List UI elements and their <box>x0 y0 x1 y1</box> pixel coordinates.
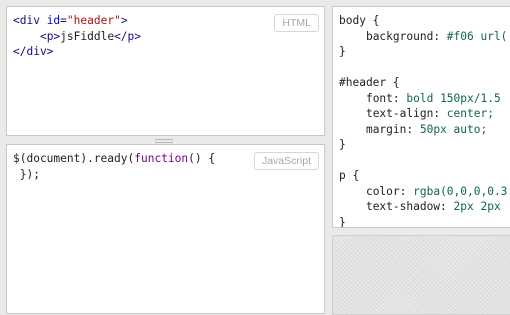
code-token: color <box>365 184 400 198</box>
code-line: margin: 50px auto; <box>339 122 507 138</box>
code-token: $(document).ready( <box>13 152 135 165</box>
code-token: } <box>339 45 346 58</box>
code-line: } <box>339 137 507 153</box>
code-token: body { <box>339 14 380 27</box>
code-token: font <box>365 91 393 105</box>
code-token: : <box>440 200 454 213</box>
html-code[interactable]: <div id="header"> <p>jsFiddle</p> </div> <box>13 13 141 60</box>
code-token: <div <box>13 14 47 27</box>
code-token: 50px auto; <box>419 122 488 136</box>
code-line: text-align: center; <box>339 106 507 122</box>
code-token: margin <box>365 122 407 136</box>
css-editor-panel[interactable]: body { background: #f06 url(} #header { f… <box>332 6 510 228</box>
code-token: p { <box>339 169 360 182</box>
code-token: "header" <box>66 14 121 27</box>
javascript-editor-panel[interactable]: $(document).ready(function() { }); JavaS… <box>6 144 325 314</box>
code-token: function <box>134 152 189 165</box>
html-label-badge: HTML <box>274 14 319 32</box>
code-token: : <box>406 122 420 136</box>
code-token: text-align <box>365 107 434 120</box>
code-token: : <box>433 107 447 120</box>
code-token: 2px 2px <box>453 200 501 213</box>
code-token: = <box>60 14 67 27</box>
code-line: color: rgba(0,0,0,0.3 <box>339 184 507 200</box>
code-token: : <box>433 29 447 43</box>
code-line: <p>jsFiddle</p> <box>13 29 141 45</box>
code-token: </p> <box>114 29 142 43</box>
code-line: p { <box>339 168 507 184</box>
javascript-label-badge: JavaScript <box>253 152 319 170</box>
code-token: : <box>392 91 407 105</box>
code-token: background <box>365 29 434 43</box>
code-token: bold 150px/1.5 <box>406 91 501 105</box>
code-line: background: #f06 url( <box>339 29 507 45</box>
code-line: font: bold 150px/1.5 <box>339 91 507 107</box>
code-token: () { <box>188 152 216 165</box>
code-line: #header { <box>339 75 507 91</box>
code-token: #header { <box>339 76 400 89</box>
code-token: rgba(0,0,0,0.3 <box>413 184 508 198</box>
code-line: }); <box>13 167 215 183</box>
code-token: > <box>120 14 128 27</box>
panel-resize-handle[interactable] <box>155 139 173 143</box>
code-line: body { <box>339 13 507 29</box>
code-token: }); <box>13 167 40 181</box>
result-panel[interactable] <box>332 235 510 315</box>
code-line: } <box>339 44 507 60</box>
html-editor-panel[interactable]: <div id="header"> <p>jsFiddle</p> </div> … <box>6 6 325 136</box>
code-token: center; <box>446 107 494 120</box>
code-token: id <box>46 14 61 27</box>
code-line: <div id="header"> <box>13 13 141 29</box>
code-token: } <box>339 138 346 151</box>
code-line: } <box>339 215 507 228</box>
code-line: $(document).ready(function() { <box>13 151 215 167</box>
javascript-code[interactable]: $(document).ready(function() { }); <box>13 151 215 182</box>
code-token: #f06 url( <box>446 29 508 43</box>
code-line: </div> <box>13 44 141 60</box>
code-token: : <box>399 184 414 198</box>
code-token: </div> <box>13 45 54 58</box>
code-token: text-shadow <box>365 200 441 213</box>
code-line: text-shadow: 2px 2px <box>339 199 507 215</box>
code-token: } <box>339 215 346 228</box>
css-code[interactable]: body { background: #f06 url(} #header { f… <box>339 13 507 228</box>
code-token: jsFiddle <box>60 29 115 43</box>
code-token: <p> <box>39 29 61 43</box>
